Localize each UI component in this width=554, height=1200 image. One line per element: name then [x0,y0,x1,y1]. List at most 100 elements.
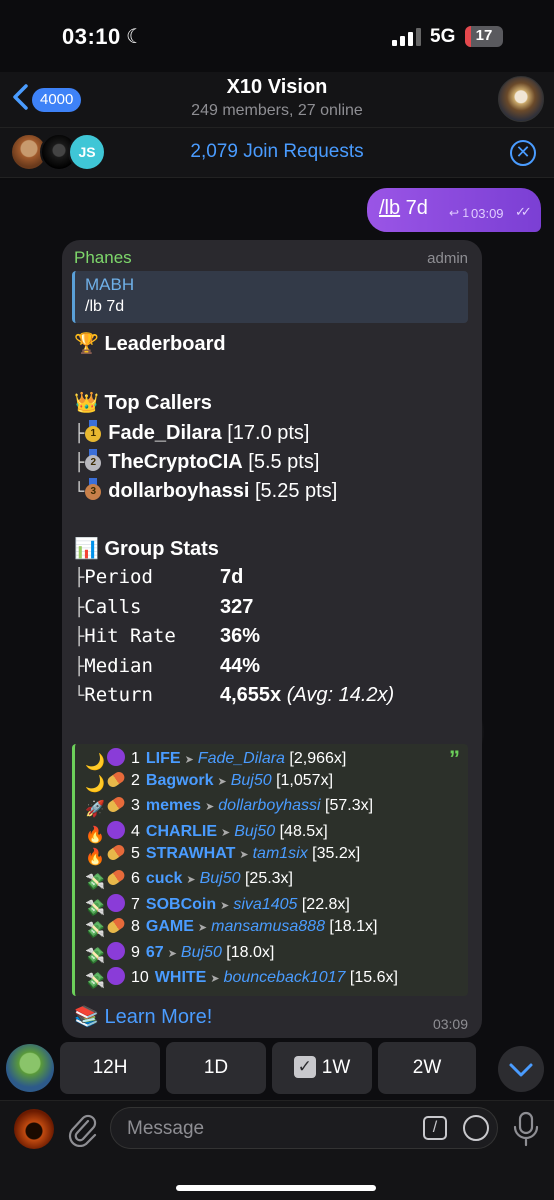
tree-branch: ├ [74,453,85,473]
message-input[interactable]: Message / [110,1107,498,1149]
stat-label: Hit Rate [84,625,176,647]
multiple-value: [18.0x] [226,944,275,962]
schedule-icon[interactable] [463,1115,489,1141]
tree-branch: ├ [74,627,85,647]
send-as-avatar[interactable] [14,1109,54,1149]
stat-value: 36% [220,625,261,647]
leaderboard-row: 🌙 1 LIFE ➤ Fade_Dilara [2,966x] [85,748,346,772]
caller-link[interactable]: bounceback1017 [224,969,346,986]
outgoing-time: 03:09 [471,206,504,221]
caller-link[interactable]: dollarboyhassi [218,797,320,814]
token-link[interactable]: GAME [146,918,194,935]
caller-link[interactable]: Buj50 [200,870,241,887]
rank-number: 7 [131,895,140,913]
token-link[interactable]: memes [146,797,201,814]
reply-quote[interactable]: MABH /lb 7d [72,271,468,323]
caller-link[interactable]: siva1405 [233,896,297,913]
attach-icon[interactable] [66,1111,98,1147]
close-icon[interactable]: ✕ [510,140,536,166]
caller-points: [5.25 pts] [254,480,338,502]
join-requests-label[interactable]: 2,079 Join Requests [0,141,554,163]
token-link[interactable]: STRAWHAT [146,845,235,862]
token-link[interactable]: Bagwork [146,772,214,789]
status-time: 03:10 [62,24,121,49]
incoming-message[interactable]: Phanes admin MABH /lb 7d 🏆 Leaderboard 👑… [62,240,482,1038]
status-emoji-icon: 🔥 [85,849,105,867]
top-callers-heading: 👑 Top Callers [74,392,212,414]
join-requests-bar[interactable]: JS 2,079 Join Requests ✕ [0,128,554,178]
multiple-value: [2,966x] [289,750,347,767]
multiple-value: [18.1x] [329,918,378,936]
leaderboard-row: 💸 8 GAME ➤ mansamusa888 [18.1x] [85,915,378,942]
keyboard-button-1d[interactable]: 1D [166,1042,266,1094]
learn-more-link[interactable]: 📚 Learn More! [74,1004,212,1029]
sender-role: admin [427,250,468,267]
token-link[interactable]: 67 [146,944,164,961]
arrow-icon: ➤ [184,754,194,766]
multiple-value: [15.6x] [349,968,398,986]
leaderboard-row: 💸 9 67 ➤ Buj50 [18.0x] [85,942,274,966]
status-emoji-icon: 💸 [85,899,105,917]
token-link[interactable]: WHITE [155,969,207,986]
group-avatar[interactable] [498,76,544,122]
token-link[interactable]: CHARLIE [146,823,217,840]
arrow-icon: ➤ [186,873,196,886]
leaderboard-row: 🔥 5 STRAWHAT ➤ tam1six [35.2x] [85,843,361,869]
status-emoji-icon: 💸 [85,873,105,891]
arrow-icon: ➤ [167,948,177,961]
bot-commands-icon[interactable]: / [423,1116,447,1140]
multiple-value: [48.5x] [279,822,328,840]
token-link[interactable]: LIFE [146,750,181,767]
status-bar: 03:10 ☾ 5G 17 [0,0,554,72]
caller-name: TheCryptoCIA [108,451,243,473]
caller-link[interactable]: Buj50 [231,772,272,789]
multiple-value: [22.8x] [301,895,350,913]
multiple-value: [1,057x] [276,772,334,790]
outgoing-message[interactable]: /lb 7d ↩ 1 03:09 ✓✓ [367,188,541,232]
keyboard-button-1w[interactable]: ✓ 1W [272,1042,372,1094]
medal-icon: 1 [84,420,102,442]
leaderboard-row: 💸 10 WHITE ➤ bounceback1017 [15.6x] [85,966,398,991]
stat-value: 327 [220,595,254,618]
stat-value: 44% [220,654,261,677]
top-caller-row: ├ 1 Fade_Dilara [17.0 pts] [74,420,309,445]
outgoing-command[interactable]: /lb 7d [379,197,428,220]
leaderboard-row: 💸 6 cuck ➤ Buj50 [25.3x] [85,867,293,894]
caller-link[interactable]: Buj50 [181,944,222,961]
arrow-icon: ➤ [221,826,231,839]
arrow-icon: ➤ [197,922,208,935]
tree-branch: ├ [74,424,85,444]
keyboard-button-12h[interactable]: 12H [60,1042,160,1094]
stat-row: └Return 4,655x (Avg: 14.2x) [74,684,394,707]
scroll-down-button[interactable] [498,1046,544,1092]
purple-circle-icon [107,820,125,839]
microphone-icon[interactable] [512,1111,540,1147]
rank-number: 6 [131,869,140,887]
token-link[interactable]: SOBCoin [146,896,216,913]
multiple-value: [57.3x] [325,796,374,814]
status-emoji-icon: 🚀 [85,800,105,818]
quote-text: /lb 7d [85,298,125,315]
arrow-icon: ➤ [210,972,220,985]
caller-link[interactable]: Buj50 [234,823,275,840]
caller-name: Fade_Dilara [108,422,222,444]
rank-number: 5 [131,845,140,863]
keyboard-button-2w[interactable]: 2W [378,1042,476,1094]
chat-title[interactable]: X10 Vision [0,76,554,99]
caller-link[interactable]: tam1six [253,845,308,862]
multiple-value: [35.2x] [312,845,361,863]
stat-row: ├Hit Rate 36% [74,625,260,648]
bot-avatar[interactable] [6,1044,54,1092]
purple-circle-icon [107,966,125,985]
home-indicator [176,1185,376,1191]
status-emoji-icon: 🌙 [85,776,105,794]
tree-branch: └ [74,686,85,706]
rank-number: 2 [131,772,140,790]
caller-link[interactable]: Fade_Dilara [198,750,285,767]
sender-name[interactable]: Phanes [74,248,132,268]
group-stats-heading: 📊 Group Stats [74,538,219,560]
caller-link[interactable]: mansamusa888 [211,918,325,935]
battery-percent: 17 [475,27,493,44]
stat-label: Calls [84,595,142,618]
token-link[interactable]: cuck [146,870,182,887]
